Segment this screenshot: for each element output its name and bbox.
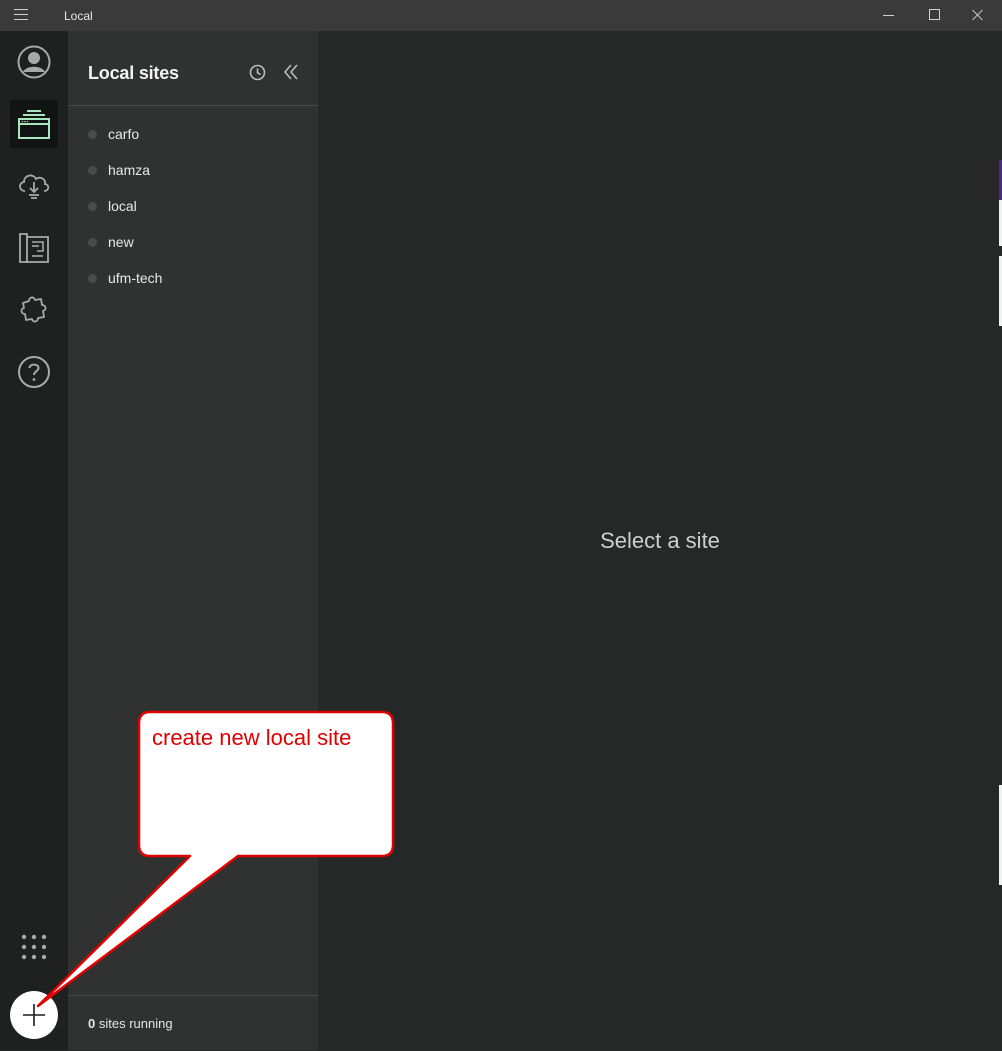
title-bar: Local (0, 0, 1002, 31)
sites-sidebar: Local sites carfo hamza local new ufm-te… (68, 31, 318, 1050)
sidebar-header: Local sites (68, 31, 318, 106)
site-item-carfo[interactable]: carfo (68, 117, 318, 153)
minimize-button[interactable] (866, 0, 910, 31)
running-label: sites running (98, 1016, 173, 1031)
site-item-hamza[interactable]: hamza (68, 153, 318, 189)
collapse-sidebar-icon[interactable] (283, 63, 299, 81)
help-nav-button[interactable] (10, 348, 58, 396)
user-avatar-icon (17, 45, 51, 79)
callout-text: create new local site (152, 725, 352, 750)
site-name: local (108, 198, 137, 214)
hamburger-menu-icon[interactable] (14, 9, 28, 21)
site-list: carfo hamza local new ufm-tech (68, 117, 318, 297)
blueprints-nav-button[interactable] (10, 224, 58, 272)
site-name: carfo (108, 126, 140, 142)
cloud-connect-nav-button[interactable] (10, 162, 58, 210)
plus-icon (23, 1004, 45, 1026)
site-name: hamza (108, 162, 151, 178)
site-status-dot (88, 238, 97, 247)
site-status-dot (88, 130, 97, 139)
site-item-ufm-tech[interactable]: ufm-tech (68, 261, 318, 297)
site-name: new (108, 234, 134, 250)
site-name: ufm-tech (108, 270, 163, 286)
history-clock-icon[interactable] (249, 64, 266, 81)
sidebar-footer: 0 sites running (68, 995, 318, 1051)
site-status-dot (88, 202, 97, 211)
addons-nav-button[interactable] (10, 286, 58, 334)
site-item-local[interactable]: local (68, 189, 318, 225)
site-status-dot (88, 274, 97, 283)
cloud-connect-icon (19, 174, 50, 199)
running-count: 0 (88, 1016, 96, 1031)
apps-grid-icon[interactable] (21, 934, 47, 960)
maximize-button[interactable] (912, 0, 956, 31)
site-status-dot (88, 166, 97, 175)
close-button[interactable] (956, 0, 1000, 31)
sidebar-title: Local sites (88, 63, 179, 83)
main-content: Select a site (318, 31, 1002, 1050)
local-sites-icon (18, 110, 50, 139)
nav-rail (0, 31, 68, 1050)
empty-state-message: Select a site (600, 528, 720, 553)
local-sites-nav-button[interactable] (10, 100, 58, 148)
user-avatar-button[interactable] (10, 38, 58, 86)
blueprints-icon (19, 233, 49, 263)
addons-puzzle-icon (20, 296, 47, 323)
site-item-new[interactable]: new (68, 225, 318, 261)
add-site-button[interactable] (10, 991, 58, 1039)
window-title: Local (64, 9, 93, 23)
sites-running-status: 0 sites running (88, 1016, 173, 1031)
help-icon (18, 356, 50, 388)
